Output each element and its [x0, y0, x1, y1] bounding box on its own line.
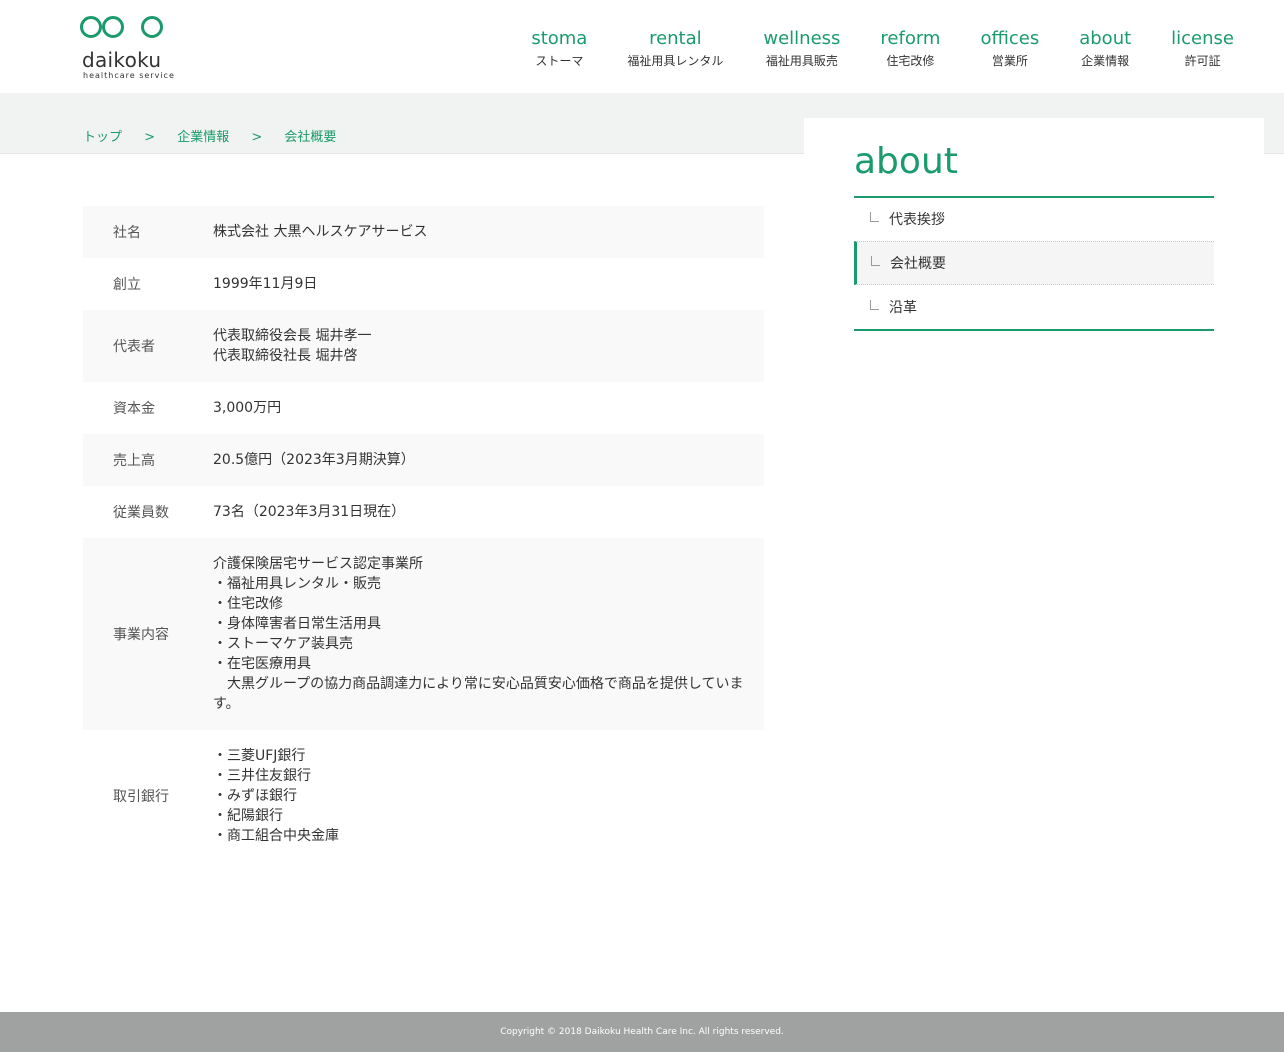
- table-row: 創立 1999年11月9日: [83, 258, 764, 310]
- logo[interactable]: daikoku healthcare service: [80, 14, 174, 80]
- row-value: 20.5億円（2023年3月期決算）: [213, 450, 764, 470]
- table-row: 売上高 20.5億円（2023年3月期決算）: [83, 434, 764, 486]
- row-value-text: 3,000万円: [213, 400, 282, 416]
- table-row: 資本金 3,000万円: [83, 382, 764, 434]
- row-label: 取引銀行: [113, 789, 169, 805]
- nav-item-ja-label: 住宅改修: [886, 54, 935, 68]
- row-label: 代表者: [113, 339, 155, 355]
- sidebar-item-history[interactable]: 沿革: [854, 286, 1214, 328]
- nav-item-en-label: reform: [880, 28, 941, 49]
- row-value: 代表取締役会長 堀井孝一 代表取締役社長 堀井啓: [213, 326, 764, 366]
- nav-item-en-label: rental: [649, 28, 702, 49]
- row-value: 株式会社 大黒ヘルスケアサービス: [213, 222, 764, 242]
- nav-item-ja-label: 企業情報: [1081, 54, 1130, 68]
- row-label: 従業員数: [113, 505, 169, 521]
- copyright-text: Copyright © 2018 Daikoku Health Care Inc…: [500, 1027, 784, 1037]
- breadcrumb-item-about[interactable]: 企業情報: [177, 130, 229, 145]
- nav-item-ja-label: 許可証: [1184, 54, 1221, 68]
- row-value: ・三菱UFJ銀行 ・三井住友銀行 ・みずほ銀行 ・紀陽銀行 ・商工組合中央金庫: [213, 746, 764, 846]
- table-row: 事業内容 介護保険居宅サービス認定事業所 ・福祉用具レンタル・販売 ・住宅改修 …: [83, 538, 764, 730]
- sidebar: about 代表挨拶 会社概要 沿革: [804, 118, 1264, 348]
- nav-item-en-label: about: [1079, 28, 1132, 49]
- row-value: 介護保険居宅サービス認定事業所 ・福祉用具レンタル・販売 ・住宅改修 ・身体障害…: [213, 554, 764, 714]
- nav-item-reform[interactable]: reform 住宅改修: [880, 28, 940, 69]
- logo-wordmark: daikoku: [82, 48, 162, 72]
- table-row: 従業員数 73名（2023年3月31日現在）: [83, 486, 764, 538]
- nav-item-license[interactable]: license 許可証: [1171, 28, 1234, 69]
- breadcrumb-separator: >: [251, 130, 263, 145]
- table-row: 取引銀行 ・三菱UFJ銀行 ・三井住友銀行 ・みずほ銀行 ・紀陽銀行 ・商工組合…: [83, 730, 764, 862]
- row-value: 1999年11月9日: [213, 274, 764, 294]
- site-footer: Copyright © 2018 Daikoku Health Care Inc…: [0, 1012, 1284, 1052]
- row-value-text: 株式会社 大黒ヘルスケアサービス: [213, 224, 428, 240]
- table-row: 代表者 代表取締役会長 堀井孝一 代表取締役社長 堀井啓: [83, 310, 764, 382]
- row-value: 73名（2023年3月31日現在）: [213, 502, 764, 522]
- corner-arrow-icon: [871, 256, 880, 266]
- row-value-text: 介護保険居宅サービス認定事業所 ・福祉用具レンタル・販売 ・住宅改修 ・身体障害…: [213, 556, 744, 712]
- row-value: 3,000万円: [213, 398, 764, 418]
- corner-arrow-icon: [870, 212, 879, 222]
- logo-tagline: healthcare service: [83, 71, 175, 80]
- sidebar-item-label: 沿革: [889, 300, 917, 316]
- nav-item-about[interactable]: about 企業情報: [1079, 28, 1131, 69]
- row-value-text: 73名（2023年3月31日現在）: [213, 504, 406, 520]
- row-value-text: 1999年11月9日: [213, 276, 318, 292]
- nav-item-wellness[interactable]: wellness 福祉用具販売: [763, 28, 840, 69]
- row-label: 売上高: [113, 453, 155, 469]
- nav-item-offices[interactable]: offices 営業所: [980, 28, 1039, 69]
- breadcrumb-item-current: 会社概要: [284, 130, 337, 145]
- nav-item-ja-label: 営業所: [991, 54, 1028, 68]
- row-value-text: 20.5億円（2023年3月期決算）: [213, 452, 415, 468]
- corner-arrow-icon: [870, 300, 879, 310]
- nav-item-en-label: license: [1171, 28, 1234, 49]
- sidebar-item-greeting[interactable]: 代表挨拶: [854, 198, 1214, 240]
- nav-item-en-label: offices: [980, 28, 1040, 49]
- sidebar-title: about: [854, 141, 958, 182]
- table-row: 社名 株式会社 大黒ヘルスケアサービス: [83, 206, 764, 258]
- row-label: 社名: [113, 225, 141, 241]
- logo-circles-icon: [80, 16, 163, 38]
- row-value-text: ・三菱UFJ銀行 ・三井住友銀行 ・みずほ銀行 ・紀陽銀行 ・商工組合中央金庫: [213, 748, 339, 844]
- breadcrumb: トップ > 企業情報 > 会社概要: [83, 126, 336, 145]
- nav-item-ja-label: 福祉用具レンタル: [627, 54, 724, 68]
- main-nav: stoma ストーマ rental 福祉用具レンタル wellness 福祉用具…: [491, 28, 1234, 69]
- breadcrumb-item-top[interactable]: トップ: [83, 130, 122, 145]
- sidebar-divider-bottom: [854, 329, 1214, 331]
- nav-item-en-label: stoma: [531, 28, 588, 49]
- nav-item-rental[interactable]: rental 福祉用具レンタル: [627, 28, 723, 69]
- nav-item-en-label: wellness: [763, 28, 841, 49]
- breadcrumb-separator: >: [144, 130, 156, 145]
- row-label: 創立: [113, 277, 141, 293]
- row-label: 事業内容: [113, 627, 169, 643]
- site-header: daikoku healthcare service stoma ストーマ re…: [0, 0, 1284, 93]
- nav-item-ja-label: 福祉用具販売: [765, 54, 838, 68]
- sidebar-item-overview[interactable]: 会社概要: [854, 241, 1214, 285]
- row-value-text: 代表取締役会長 堀井孝一 代表取締役社長 堀井啓: [213, 328, 372, 364]
- row-label: 資本金: [113, 401, 155, 417]
- company-info-table: 社名 株式会社 大黒ヘルスケアサービス 創立 1999年11月9日 代表者 代表…: [83, 206, 764, 862]
- nav-item-stoma[interactable]: stoma ストーマ: [531, 28, 587, 69]
- sidebar-item-label: 会社概要: [890, 256, 946, 272]
- sidebar-item-label: 代表挨拶: [889, 212, 945, 228]
- nav-item-ja-label: ストーマ: [535, 54, 584, 68]
